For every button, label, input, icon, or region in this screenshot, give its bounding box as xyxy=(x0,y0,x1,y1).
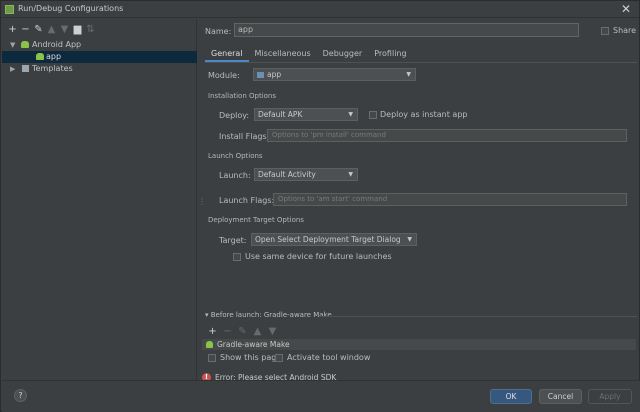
run-debug-dialog: Run/Debug Configurations ✕ + − ✎ ▲ ▼ ▆ ⇅… xyxy=(0,0,640,412)
deployment-target-header: Deployment Target Options xyxy=(208,216,304,224)
show-page-checkbox[interactable] xyxy=(208,354,216,362)
dialog-buttons: ? OK Cancel Apply xyxy=(2,380,640,412)
panel-splitter[interactable]: ⋮ xyxy=(198,197,206,206)
share-checkbox[interactable] xyxy=(601,27,609,35)
before-launch-label: Before launch: Gradle-aware Make xyxy=(210,311,332,319)
before-launch-task[interactable]: Gradle-aware Make xyxy=(202,339,636,350)
tab-miscellaneous[interactable]: Miscellaneous xyxy=(249,45,317,62)
target-label: Target: xyxy=(219,236,247,245)
show-page-label: Show this page xyxy=(220,353,282,362)
share-label: Share xyxy=(613,26,637,35)
instant-app-label: Deploy as instant app xyxy=(380,110,468,119)
move-task-up-icon[interactable]: ▲ xyxy=(250,325,265,339)
tabs-divider xyxy=(205,62,637,63)
tab-debugger[interactable]: Debugger xyxy=(317,45,369,62)
before-launch-toolbar: + − ✎ ▲ ▼ xyxy=(205,325,280,339)
module-select[interactable]: app ▼ xyxy=(253,68,416,81)
same-device-checkbox[interactable] xyxy=(233,253,241,261)
launch-label: Launch: xyxy=(219,171,251,180)
configuration-editor: Name: app Share General Miscellaneous De… xyxy=(198,19,639,382)
remove-icon[interactable]: − xyxy=(19,23,32,37)
launch-options-header: Launch Options xyxy=(208,152,263,160)
tree-item-android-app[interactable]: ▼ Android App xyxy=(2,39,197,51)
launch-value: Default Activity xyxy=(258,170,316,179)
chevron-down-icon: ▼ xyxy=(348,111,353,118)
tree-item-app[interactable]: app xyxy=(2,51,197,63)
android-icon xyxy=(206,341,213,348)
chevron-down-icon: ▼ xyxy=(348,171,353,178)
edit-task-icon[interactable]: ✎ xyxy=(235,325,250,339)
help-button[interactable]: ? xyxy=(14,389,27,402)
close-icon[interactable]: ✕ xyxy=(621,2,631,16)
folder-icon[interactable]: ▆ xyxy=(71,23,84,37)
launch-flags-input[interactable]: Options to 'am start' command xyxy=(273,193,627,206)
launch-select[interactable]: Default Activity ▼ xyxy=(254,168,358,181)
apply-button[interactable]: Apply xyxy=(588,389,632,404)
deploy-select[interactable]: Default APK ▼ xyxy=(254,108,358,121)
android-module-icon xyxy=(36,53,44,60)
app-icon xyxy=(5,5,14,14)
tab-profiling[interactable]: Profiling xyxy=(368,45,412,62)
instant-app-checkbox[interactable] xyxy=(369,111,377,119)
tab-general[interactable]: General xyxy=(205,45,249,62)
tree-item-label: Android App xyxy=(32,40,82,49)
same-device-label: Use same device for future launches xyxy=(245,252,392,261)
add-icon[interactable]: + xyxy=(6,23,19,37)
move-task-down-icon[interactable]: ▼ xyxy=(265,325,280,339)
install-flags-label: Install Flags: xyxy=(219,132,270,141)
chevron-down-icon[interactable]: ▼ xyxy=(10,39,15,51)
edit-templates-icon[interactable]: ✎ xyxy=(32,23,45,37)
deploy-label: Deploy: xyxy=(219,111,250,120)
chevron-down-icon: ▼ xyxy=(407,236,412,243)
tree-item-label: Templates xyxy=(32,64,73,73)
title-bar: Run/Debug Configurations ✕ xyxy=(1,1,639,18)
name-label: Name: xyxy=(205,27,232,36)
move-down-icon[interactable]: ▼ xyxy=(58,23,71,37)
configurations-panel: + − ✎ ▲ ▼ ▆ ⇅ ▼ Android App app ▶ Templa… xyxy=(2,19,197,380)
sort-icon[interactable]: ⇅ xyxy=(84,23,97,37)
config-tabs: General Miscellaneous Debugger Profiling xyxy=(205,45,413,62)
wrench-icon xyxy=(22,65,29,72)
activate-tool-window-checkbox[interactable] xyxy=(275,354,283,362)
deploy-value: Default APK xyxy=(258,110,303,119)
ok-button[interactable]: OK xyxy=(490,389,532,404)
target-select[interactable]: Open Select Deployment Target Dialog ▼ xyxy=(251,233,417,246)
before-launch-divider xyxy=(320,316,637,317)
android-icon xyxy=(21,41,29,48)
tree-item-label: app xyxy=(46,52,62,61)
window-title: Run/Debug Configurations xyxy=(18,4,124,13)
target-value: Open Select Deployment Target Dialog xyxy=(255,235,401,244)
chevron-right-icon[interactable]: ▶ xyxy=(10,63,15,75)
install-flags-input[interactable]: Options to 'pm install' command xyxy=(267,129,627,142)
cancel-button[interactable]: Cancel xyxy=(539,389,582,404)
tree-item-templates[interactable]: ▶ Templates xyxy=(2,63,197,75)
module-label: Module: xyxy=(208,71,240,80)
module-value: app xyxy=(267,70,282,79)
chevron-down-icon: ▼ xyxy=(406,71,411,78)
move-up-icon[interactable]: ▲ xyxy=(45,23,58,37)
remove-task-icon[interactable]: − xyxy=(220,325,235,339)
module-icon xyxy=(257,72,264,78)
launch-flags-label: Launch Flags: xyxy=(219,196,275,205)
add-task-icon[interactable]: + xyxy=(205,325,220,339)
configurations-toolbar: + − ✎ ▲ ▼ ▆ ⇅ xyxy=(6,23,97,37)
configurations-tree: ▼ Android App app ▶ Templates xyxy=(2,39,197,75)
activate-tool-window-label: Activate tool window xyxy=(287,353,371,362)
before-launch-header[interactable]: ▾ Before launch: Gradle-aware Make xyxy=(205,311,332,319)
task-label: Gradle-aware Make xyxy=(217,340,290,349)
installation-options-header: Installation Options xyxy=(208,92,277,100)
name-input[interactable]: app xyxy=(234,23,579,37)
